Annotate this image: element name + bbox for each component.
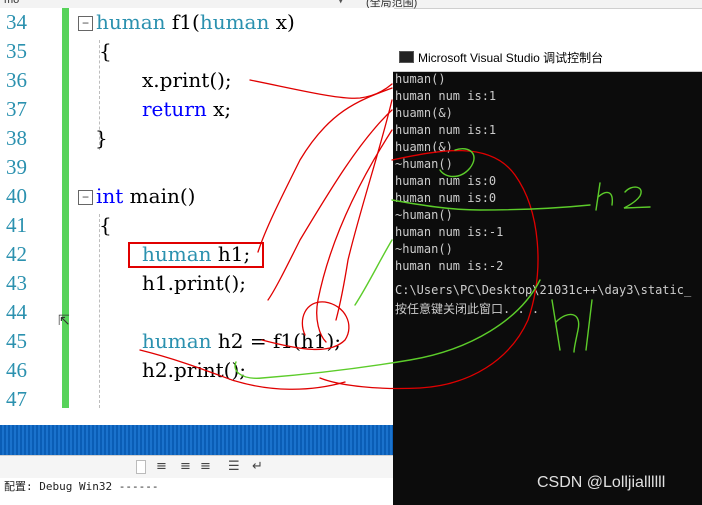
project-dropdown-label[interactable]: mo [4,0,19,6]
clear-all-icon[interactable]: ☰ [228,459,240,474]
change-indicator-bar [62,8,69,408]
line-number: 44 [6,300,27,324]
line-number: 47 [6,387,27,411]
line-number: 42 [6,242,27,266]
code-token: return [142,97,207,121]
output-toolbar: ≡ ≡ ≡ ☰ ↵ [0,455,394,478]
console-line: human num is:-1 [395,225,504,239]
code-line-43: h1.print(); [142,271,246,295]
code-line-41: { [99,213,112,237]
console-line: human num is:-2 [395,259,504,273]
word-wrap-icon[interactable]: ↵ [252,459,263,474]
line-number: 34 [6,10,27,34]
console-line: huamn(&) [395,140,453,154]
collapse-icon[interactable]: − [78,16,93,31]
code-token: main() [123,184,196,208]
code-line-38: } [95,126,108,150]
code-token: int [96,184,124,208]
collapse-icon[interactable]: − [78,190,93,205]
console-line: ~human() [395,242,453,256]
highlight-box [128,242,264,268]
next-message-icon[interactable]: ≡ [200,459,211,474]
line-number: 46 [6,358,27,382]
line-number: 39 [6,155,27,179]
code-token: human [199,10,270,34]
console-line: human num is:1 [395,89,497,103]
code-editor[interactable]: 34 35 36 37 38 39 40 41 42 43 44 45 46 4… [0,8,394,411]
debug-console-window[interactable]: Microsoft Visual Studio 调试控制台 human() hu… [393,41,702,505]
console-line: huamn(&) [395,106,453,120]
watermark: CSDN @Lolljiallllll [537,474,666,491]
line-number: 41 [6,213,27,237]
line-number: 43 [6,271,27,295]
console-line: human() [395,72,446,86]
find-icon[interactable]: ≡ [156,459,167,474]
console-line: human num is:0 [395,191,497,205]
code-token: human [96,10,166,34]
code-token: x; [206,97,232,121]
console-line: C:\Users\PC\Desktop\21031c++\day3\static… [395,283,692,297]
console-line: human num is:1 [395,123,497,137]
code-line-37: return x; [142,97,231,121]
code-line-46: h2.print(); [142,358,246,382]
line-number: 45 [6,329,27,353]
panel-separator [0,425,394,455]
line-number: 36 [6,68,27,92]
mouse-cursor-icon: ⇱ [58,313,70,329]
code-token: human [142,329,212,353]
console-app-icon [399,51,414,63]
line-number: 40 [6,184,27,208]
indent-guide [99,214,100,408]
line-number: 37 [6,97,27,121]
code-line-35: { [99,39,112,63]
code-line-40: int main() [96,184,195,208]
console-line: 按任意键关闭此窗口. . . [395,302,540,316]
console-title: Microsoft Visual Studio 调试控制台 [418,51,604,65]
output-status-text: 配置: Debug Win32 ------ [4,480,159,493]
console-line: ~human() [395,157,453,171]
code-line-34: human f1(human x) [96,10,295,34]
code-token: f1( [165,10,200,34]
console-line: ~human() [395,208,453,222]
chevron-down-icon[interactable]: ▾ [338,0,343,7]
code-token: h2 = f1(h1); [211,329,342,353]
console-title-bar[interactable]: Microsoft Visual Studio 调试控制台 [393,41,702,72]
console-line: human num is:0 [395,174,497,188]
code-token: x) [269,10,295,34]
output-source-dropdown[interactable] [136,460,146,474]
line-number: 38 [6,126,27,150]
code-line-45: human h2 = f1(h1); [142,329,341,353]
code-line-36: x.print(); [142,68,232,92]
prev-message-icon[interactable]: ≡ [180,459,191,474]
line-number: 35 [6,39,27,63]
